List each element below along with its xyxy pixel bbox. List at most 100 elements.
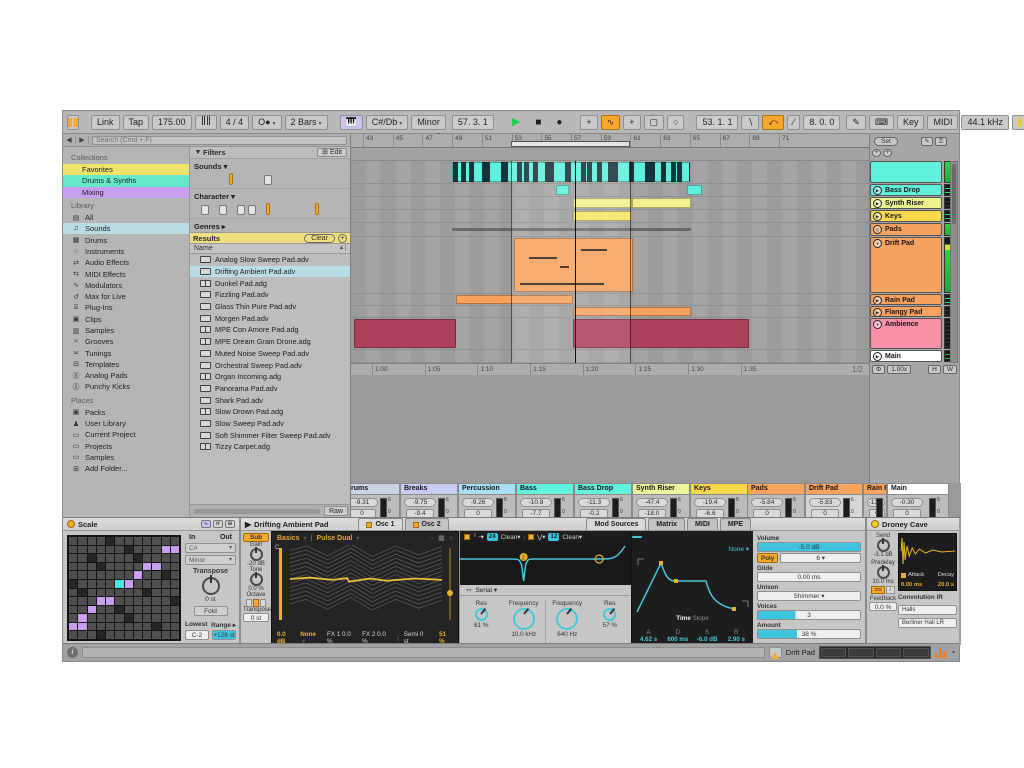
zoom-in-button[interactable]: + — [872, 149, 881, 157]
scale-grid-cell[interactable] — [78, 571, 86, 579]
mod-tab[interactable]: MIDI — [687, 518, 718, 530]
filter-tag[interactable] — [243, 173, 247, 185]
record-button[interactable]: ● — [550, 114, 568, 131]
track-lane[interactable] — [351, 294, 869, 305]
scale-grid-cell[interactable] — [134, 623, 142, 631]
volume-value[interactable]: -5.0 dB — [757, 542, 861, 552]
scale-grid-cell[interactable] — [69, 623, 77, 631]
scale-grid-cell[interactable] — [106, 537, 114, 545]
scale-grid-cell[interactable] — [97, 563, 105, 571]
collection-item[interactable]: Drums & Synths — [63, 175, 189, 186]
stop-button[interactable]: ■ — [529, 114, 547, 131]
sounds-section-label[interactable]: Sounds ▾ — [190, 159, 350, 172]
result-item[interactable]: Dunkel Pad.adg — [190, 277, 350, 289]
arrangement-clip[interactable] — [573, 319, 749, 348]
scale-grid-cell[interactable] — [162, 537, 170, 545]
channel-name[interactable]: Drift Pad — [806, 484, 862, 495]
scale-grid-cell[interactable] — [115, 589, 123, 597]
filter-tag[interactable] — [230, 203, 234, 215]
scale-grid-cell[interactable] — [171, 580, 179, 588]
track-header[interactable]: ◎ Pads — [870, 223, 942, 236]
scale-grid-cell[interactable] — [162, 623, 170, 631]
track-lane[interactable] — [351, 161, 869, 183]
scale-grid-cell[interactable] — [97, 589, 105, 597]
track-header[interactable] — [870, 161, 942, 183]
loop-length-display[interactable]: 8. 0. 0 — [803, 115, 840, 130]
name-column-header[interactable]: Name — [194, 245, 213, 252]
scale-grid-cell[interactable] — [134, 563, 142, 571]
library-item[interactable]: ≍ Tunings — [63, 347, 189, 358]
channel-name[interactable]: Bass Drop — [575, 484, 631, 495]
arrangement-clip[interactable] — [452, 228, 573, 231]
scale-grid-cell[interactable] — [162, 589, 170, 597]
transpose-value[interactable]: 0 st — [243, 613, 269, 622]
scale-grid-cell[interactable] — [97, 546, 105, 554]
track-header[interactable]: ▶ Keys — [870, 210, 942, 222]
arrangement-clip[interactable] — [687, 185, 702, 195]
scale-grid-cell[interactable] — [152, 623, 160, 631]
scale-grid-cell[interactable] — [115, 563, 123, 571]
loop-brace[interactable] — [511, 141, 630, 147]
scale-grid-cell[interactable] — [69, 571, 77, 579]
track-lane[interactable] — [351, 318, 869, 349]
arrangement-lock-icon[interactable]: ⚿ — [935, 137, 947, 146]
tap-tempo-button[interactable]: Tap — [123, 115, 150, 130]
filter-tag[interactable] — [336, 203, 340, 215]
time-signature-display[interactable]: 4 / 4 — [220, 115, 250, 130]
scale-grid-cell[interactable] — [69, 614, 77, 622]
scale-root-select[interactable]: C#▾ — [185, 543, 236, 553]
filter-tag[interactable] — [212, 203, 216, 215]
scale-grid-cell[interactable] — [143, 597, 151, 605]
mod-source-tab[interactable] — [632, 536, 642, 538]
computer-midi-keyboard-button[interactable]: ⌨ — [869, 115, 894, 130]
scale-grid-cell[interactable] — [115, 614, 123, 622]
scale-grid-cell[interactable] — [78, 580, 86, 588]
mod-tab[interactable]: MPE — [720, 518, 751, 530]
scale-grid-cell[interactable] — [162, 546, 170, 554]
ms-toggle[interactable]: ms — [871, 586, 884, 594]
scale-grid-cell[interactable] — [152, 580, 160, 588]
track-header[interactable]: ▾ Drift Pad — [870, 237, 942, 293]
scale-grid-cell[interactable] — [162, 580, 170, 588]
time-ruler[interactable]: 1:001:051:101:151:201:251:301:35 — [351, 363, 869, 375]
places-item[interactable]: ⊞ Add Folder... — [63, 463, 189, 474]
scale-grid-cell[interactable] — [88, 623, 96, 631]
result-item[interactable]: Orchestral Sweep Pad.adv — [190, 359, 350, 371]
scale-grid-cell[interactable] — [171, 571, 179, 579]
scale-grid-cell[interactable] — [106, 597, 114, 605]
scale-grid-cell[interactable] — [134, 571, 142, 579]
track-header[interactable]: ▶ Rain Pad — [870, 294, 942, 305]
warning-icon[interactable] — [769, 647, 782, 658]
channel-name[interactable]: Main — [888, 484, 948, 495]
filter-tag[interactable] — [229, 173, 233, 185]
track-lane[interactable] — [351, 350, 869, 362]
scale-grid-cell[interactable] — [143, 614, 151, 622]
arrangement-clip[interactable] — [452, 162, 690, 182]
time-toggle[interactable]: Time — [676, 615, 691, 622]
scale-grid-cell[interactable] — [152, 554, 160, 562]
octave-button[interactable] — [260, 599, 266, 607]
wavetable-canvas[interactable] — [290, 545, 442, 611]
device-on-toggle[interactable] — [67, 520, 75, 528]
res2-value[interactable]: 57 % — [589, 622, 632, 629]
wavetable-name-menu[interactable]: Pulse Dual ▾ — [317, 535, 360, 542]
filter-tag[interactable] — [208, 173, 212, 185]
channel-name[interactable]: Synth Riser — [633, 484, 689, 495]
loop-button[interactable]: ⤺ — [762, 115, 784, 130]
track-lane[interactable] — [351, 184, 869, 196]
scale-grid-cell[interactable] — [125, 623, 133, 631]
result-item[interactable]: Fizzling Pad.adv — [190, 289, 350, 301]
hot-swap-icon[interactable]: ⟳ — [213, 520, 223, 528]
places-item[interactable]: ▭ Current Project — [63, 429, 189, 440]
circle-view-icon[interactable]: ○ — [449, 535, 453, 542]
scale-grid-cell[interactable] — [162, 563, 170, 571]
scale-grid-cell[interactable] — [171, 563, 179, 571]
osc-on-toggle[interactable] — [413, 522, 419, 528]
scale-grid-cell[interactable] — [115, 623, 123, 631]
filter2-on-toggle[interactable] — [528, 534, 534, 540]
overdub-button[interactable]: + — [580, 115, 597, 130]
library-item[interactable]: ○ Instruments — [63, 246, 189, 257]
osc-on-toggle[interactable] — [366, 522, 372, 528]
tempo-display[interactable]: 175.00 — [152, 115, 192, 130]
scale-grid-cell[interactable] — [152, 631, 160, 639]
